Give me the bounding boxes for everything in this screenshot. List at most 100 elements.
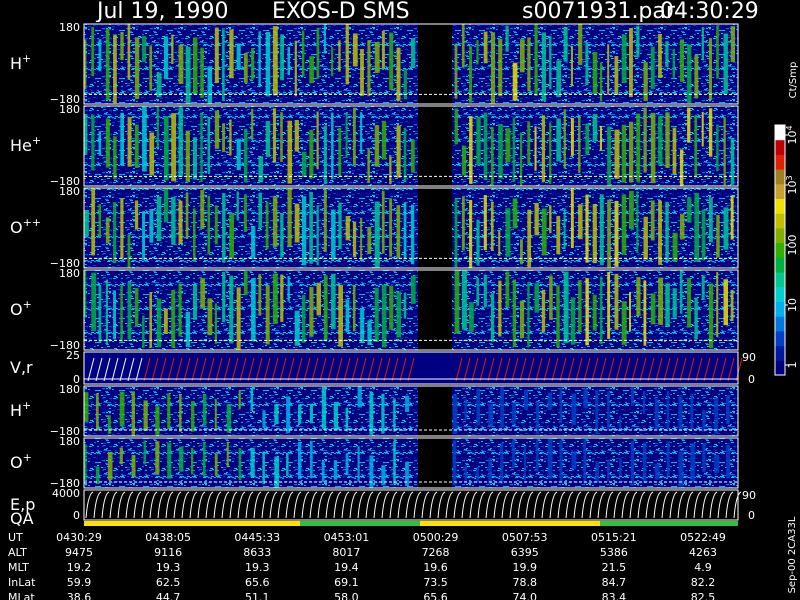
spectral-streak (171, 197, 176, 245)
colorbar-segment (775, 345, 785, 361)
spectral-streak (302, 30, 305, 77)
spectral-streak (178, 44, 184, 84)
x-tick-label: 0507:53 (502, 531, 548, 544)
spectral-streak (185, 130, 190, 182)
spectral-streak (345, 407, 349, 432)
spectral-streak (352, 221, 357, 258)
spectral-streak (461, 270, 467, 330)
spectral-streak (520, 132, 523, 186)
spectral-streak (98, 39, 102, 72)
spectral-streak (258, 31, 261, 88)
ephemeris-value: 82.2 (691, 576, 716, 589)
spectral-streak (534, 283, 539, 313)
spectral-streak (723, 279, 728, 326)
spectral-streak (702, 410, 706, 432)
ephemeris-value: 58.0 (334, 591, 359, 600)
colorbar-tick-label: 104 (785, 125, 799, 144)
spectral-streak (265, 201, 269, 250)
spectral-streak (95, 393, 99, 431)
spectral-streak (131, 391, 135, 436)
spectral-streak (556, 215, 561, 255)
spectral-streak (156, 106, 159, 148)
right-axis-bottom-tick: 0 (748, 373, 755, 386)
spectral-streak (679, 270, 683, 314)
spectral-streak (556, 60, 562, 97)
spectral-streak (202, 394, 207, 426)
spectral-streak (142, 106, 147, 172)
spectral-streak (272, 108, 277, 163)
ephemeris-value: 62.5 (156, 576, 181, 589)
spectral-streak (650, 46, 655, 89)
spectral-streak (333, 460, 338, 480)
spectral-streak (483, 112, 488, 181)
spectral-streak (592, 294, 597, 331)
spectral-streak (701, 111, 704, 147)
spectral-streak (352, 284, 356, 332)
spectral-streak (643, 62, 648, 102)
spectral-streak (607, 272, 611, 339)
spectral-streak (534, 202, 539, 236)
spectral-streak (687, 278, 692, 328)
spectral-streak (454, 108, 458, 145)
spectral-streak (178, 283, 182, 337)
panel-label: H+ (10, 52, 31, 73)
spectral-streak (226, 404, 232, 433)
colorbar-tick-exponent: 4 (785, 125, 794, 130)
spectral-streak (694, 114, 698, 178)
spectral-streak (512, 279, 517, 347)
spectral-streak (309, 191, 313, 264)
spectral-streak (91, 114, 95, 171)
qa-bar-segment (600, 521, 738, 526)
spectral-streak (665, 41, 669, 68)
spectral-streak (91, 26, 95, 77)
spectral-streak (369, 455, 374, 488)
spectral-streak (120, 112, 124, 166)
spectral-streak (687, 107, 691, 143)
spectral-streak (149, 45, 153, 91)
spectral-streak (498, 280, 502, 337)
spectral-streak (274, 404, 279, 424)
spectral-streak (287, 47, 290, 76)
spectral-streak (95, 466, 100, 484)
spectral-streak (360, 309, 365, 343)
spectral-streak (716, 124, 719, 172)
spectral-streak (127, 24, 131, 80)
spectral-streak (107, 452, 113, 481)
spectral-streak (374, 125, 380, 167)
spectral-streak (352, 107, 356, 166)
panel-label-charge: + (32, 134, 41, 147)
spectral-streak (396, 205, 401, 259)
spectral-streak (265, 121, 271, 158)
spectral-streak (119, 391, 125, 427)
spectral-streak (262, 410, 266, 428)
spectral-streak (207, 298, 213, 336)
spectral-streak (403, 202, 407, 260)
y-axis-bottom-tick: 0 (73, 509, 80, 522)
panel-label: O+ (10, 451, 32, 472)
x-tick-label: 0500:29 (413, 531, 459, 544)
spectral-streak (294, 40, 297, 97)
spectral-streak (214, 205, 218, 245)
panel-label-charge: ++ (23, 216, 41, 229)
spectral-streak (520, 39, 525, 73)
colorbar-segment (775, 183, 785, 199)
spectral-streak (357, 386, 362, 408)
colorbar-tick-label: 100 (786, 235, 799, 256)
spectral-streak (323, 275, 328, 341)
ephemeris-value: 59.9 (67, 576, 92, 589)
spectral-streak (658, 277, 664, 325)
spectral-streak (512, 198, 518, 229)
y-axis-top-tick: 180 (59, 185, 80, 198)
spectral-streak (251, 48, 255, 80)
spectral-streak (167, 393, 171, 429)
spectral-streak (520, 300, 525, 339)
ephemeris-value: 19.4 (334, 561, 359, 574)
spectral-streak (549, 35, 552, 90)
spectral-streak (229, 119, 232, 156)
spectral-streak (595, 461, 599, 483)
spectral-streak (629, 292, 631, 332)
ephemeris-value: 8017 (332, 546, 360, 559)
spectral-streak (381, 284, 387, 348)
spectral-streak (131, 455, 136, 477)
spectral-streak (483, 31, 488, 64)
